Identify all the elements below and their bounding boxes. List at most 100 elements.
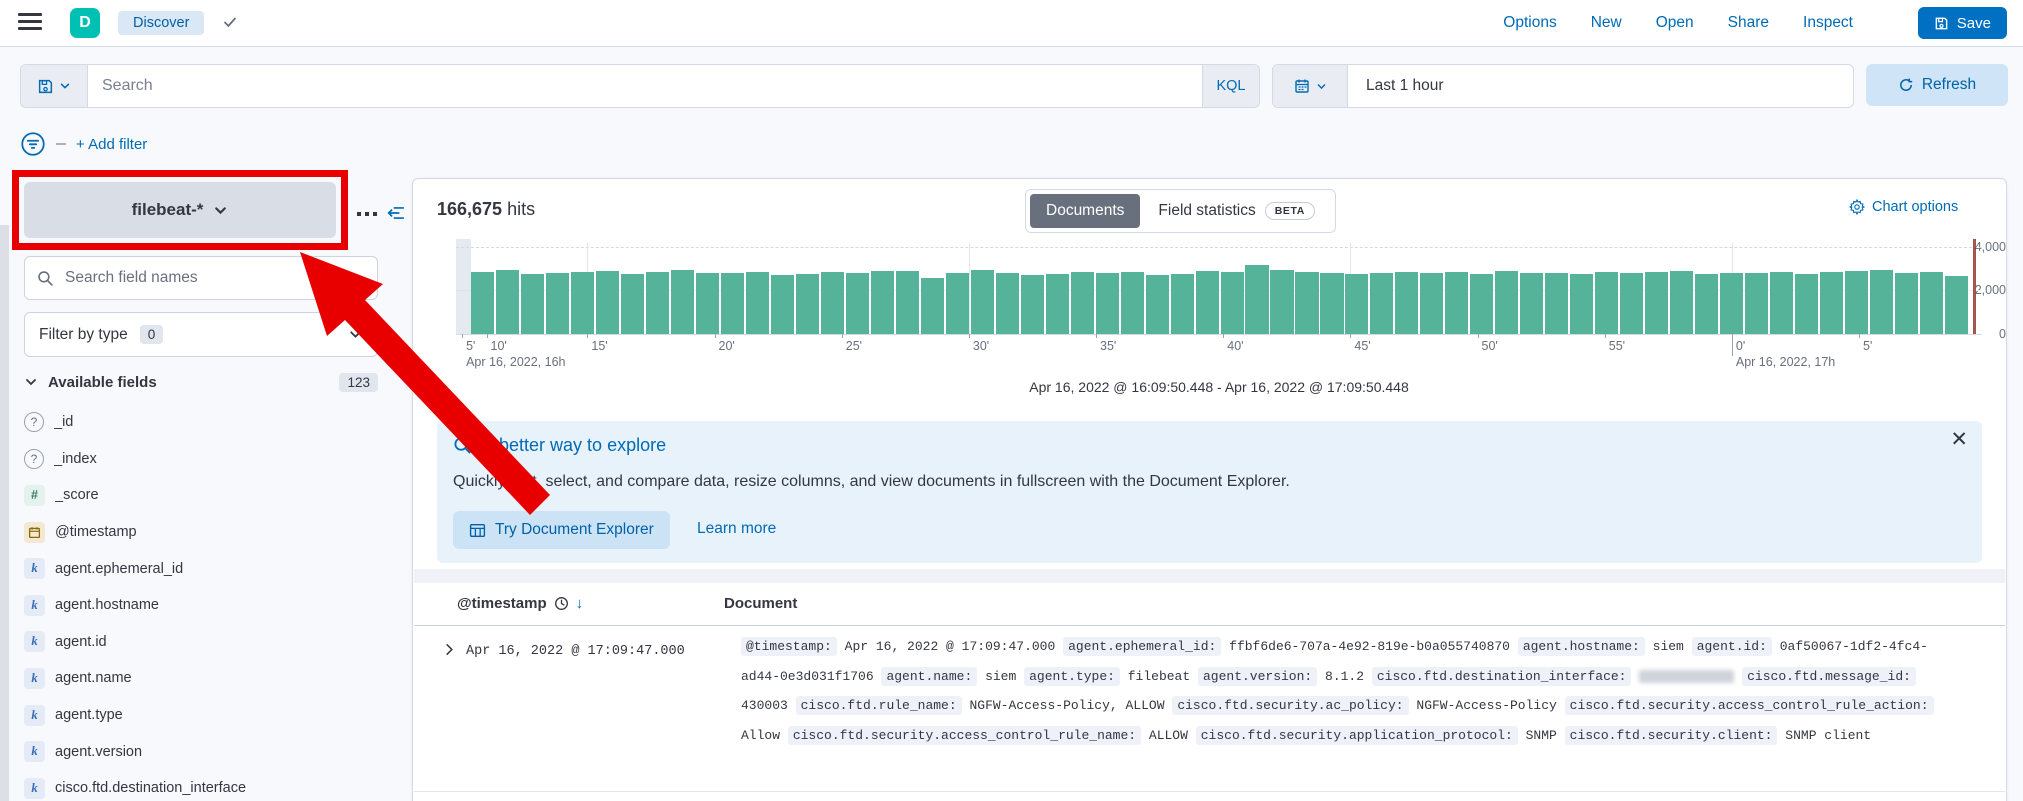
histogram-bar[interactable]	[1395, 271, 1419, 334]
index-pattern-switcher[interactable]: filebeat-*	[24, 182, 336, 238]
add-filter-button[interactable]: + Add filter	[76, 136, 147, 153]
time-range-button[interactable]: Last 1 hour	[1348, 77, 1462, 95]
histogram-bar[interactable]	[545, 272, 570, 334]
field-list-item[interactable]: ? _index	[24, 441, 378, 478]
histogram-bar[interactable]	[1620, 273, 1644, 334]
histogram-bar[interactable]	[1645, 271, 1669, 334]
histogram-bar[interactable]	[845, 273, 869, 334]
histogram-bar[interactable]	[1920, 272, 1944, 334]
histogram-bar[interactable]	[1570, 273, 1594, 334]
histogram-bar[interactable]	[1870, 269, 1894, 334]
histogram-bar[interactable]	[1520, 273, 1544, 334]
histogram-bar[interactable]	[1245, 265, 1269, 334]
histogram-bar[interactable]	[1670, 270, 1694, 334]
topbar-action-inspect[interactable]: Inspect	[1803, 14, 1853, 32]
search-input[interactable]	[88, 65, 1202, 107]
field-list-item[interactable]: k agent.ephemeral_id	[24, 550, 378, 587]
histogram-bar[interactable]	[1420, 273, 1444, 334]
histogram-bar[interactable]	[1070, 272, 1094, 334]
tab-field-statistics[interactable]: Field statistics BETA	[1142, 194, 1331, 228]
collapse-sidebar-icon[interactable]	[386, 204, 406, 222]
field-list-item[interactable]: k agent.type	[24, 697, 378, 734]
histogram-bar[interactable]	[1595, 272, 1619, 334]
filter-by-type[interactable]: Filter by type 0	[24, 312, 378, 357]
histogram-bar[interactable]	[1820, 271, 1844, 334]
histogram-bar[interactable]	[1120, 271, 1144, 334]
histogram-bar[interactable]	[1045, 273, 1069, 334]
histogram-bar[interactable]	[795, 273, 819, 334]
date-quick-select-button[interactable]	[1273, 65, 1348, 107]
field-list-item[interactable]: k agent.version	[24, 733, 378, 770]
histogram-bar[interactable]	[870, 271, 894, 334]
histogram-bar[interactable]	[1845, 270, 1869, 334]
histogram-bar[interactable]	[945, 273, 969, 334]
topbar-action-new[interactable]: New	[1591, 14, 1622, 32]
tab-documents[interactable]: Documents	[1030, 194, 1141, 228]
histogram-bar[interactable]	[1170, 273, 1194, 334]
field-list-item[interactable]: k agent.id	[24, 624, 378, 661]
histogram-bar[interactable]	[920, 278, 944, 334]
breadcrumb[interactable]: Discover	[118, 11, 205, 35]
histogram-bar[interactable]	[1495, 270, 1519, 334]
histogram-bar[interactable]	[1770, 272, 1794, 334]
histogram-bar[interactable]	[595, 270, 619, 334]
histogram-bar[interactable]	[1320, 273, 1344, 334]
close-icon[interactable]: ✕	[1950, 429, 1968, 450]
boxes-horizontal-icon[interactable]	[356, 207, 378, 221]
topbar-action-open[interactable]: Open	[1656, 14, 1694, 32]
histogram-bar[interactable]	[1370, 272, 1394, 334]
field-list-item[interactable]: ? _id	[24, 404, 378, 441]
histogram-bar[interactable]	[471, 271, 495, 334]
histogram-bar[interactable]	[745, 271, 769, 334]
save-button[interactable]: Save	[1917, 7, 2007, 39]
histogram-bar[interactable]	[645, 272, 669, 334]
histogram-bar[interactable]	[820, 272, 844, 334]
histogram-bar[interactable]	[1795, 273, 1819, 334]
refresh-button[interactable]: Refresh	[1866, 64, 2008, 106]
histogram-bar[interactable]	[1145, 274, 1169, 334]
field-list-item[interactable]: k agent.name	[24, 660, 378, 697]
histogram-bar[interactable]	[970, 269, 994, 334]
histogram-bar[interactable]	[570, 271, 594, 334]
histogram-bar[interactable]	[1345, 273, 1369, 334]
histogram-bar[interactable]	[1745, 273, 1769, 334]
field-list-item[interactable]: @timestamp	[24, 514, 378, 551]
field-list-item[interactable]: k agent.hostname	[24, 587, 378, 624]
histogram-bar[interactable]	[520, 273, 545, 334]
topbar-action-share[interactable]: Share	[1728, 14, 1769, 32]
histogram-bar[interactable]	[1295, 272, 1319, 334]
field-search-input[interactable]	[63, 268, 365, 288]
query-language-button[interactable]: KQL	[1202, 65, 1259, 107]
histogram-bar[interactable]	[1895, 273, 1919, 334]
available-fields-header[interactable]: Available fields 123	[24, 368, 378, 396]
histogram-bar[interactable]	[495, 270, 520, 334]
sort-descending-icon[interactable]: ↓	[576, 595, 584, 612]
histogram-bar[interactable]	[670, 269, 694, 334]
histogram-bar[interactable]	[1220, 272, 1244, 334]
histogram-bar[interactable]	[895, 270, 919, 334]
histogram-bar[interactable]	[1720, 272, 1744, 334]
histogram-bar[interactable]	[1695, 273, 1719, 334]
histogram-bar[interactable]	[1545, 272, 1569, 334]
histogram-bar[interactable]	[695, 272, 719, 334]
document-column-header[interactable]: Document	[724, 595, 797, 612]
histogram-bar[interactable]	[1195, 270, 1219, 334]
chart-options-button[interactable]: Chart options	[1849, 199, 1958, 215]
histogram-bar[interactable]	[1095, 273, 1119, 334]
filter-icon[interactable]	[20, 131, 46, 157]
expand-row-icon[interactable]	[442, 642, 457, 657]
field-list-item[interactable]: # _score	[24, 477, 378, 514]
timestamp-column-header[interactable]: @timestamp ↓	[457, 595, 583, 612]
saved-query-menu-button[interactable]	[21, 65, 88, 107]
histogram-bar[interactable]	[1470, 273, 1494, 334]
histogram-bar[interactable]	[1270, 270, 1294, 334]
histogram-bar[interactable]	[770, 275, 794, 334]
histogram-bar[interactable]	[995, 272, 1019, 334]
histogram-chart[interactable]	[456, 239, 1982, 335]
histogram-bar[interactable]	[1020, 275, 1044, 334]
scrollbar[interactable]	[0, 225, 9, 801]
histogram-bar[interactable]	[720, 273, 744, 334]
histogram-bar[interactable]	[1945, 276, 1969, 334]
field-list-item[interactable]: k cisco.ftd.destination_interface	[24, 770, 378, 801]
menu-icon[interactable]	[18, 13, 42, 33]
